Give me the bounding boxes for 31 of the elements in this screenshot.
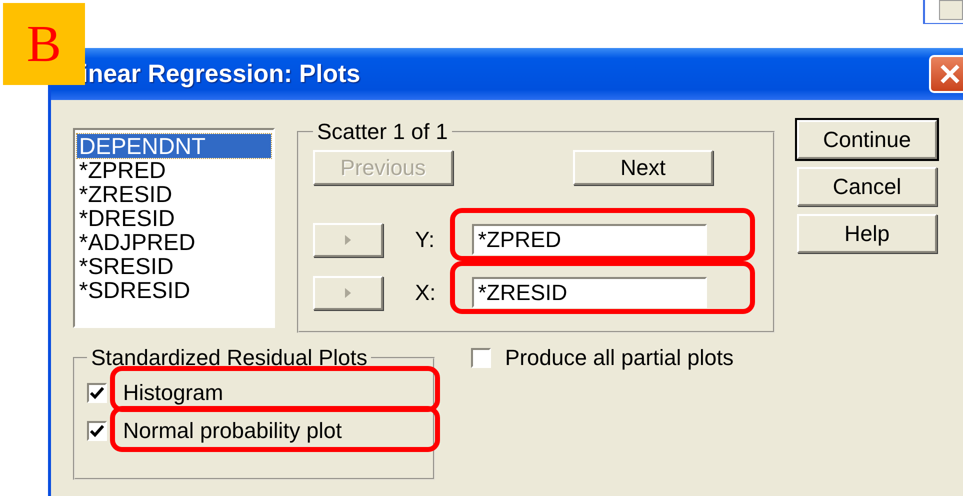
input-field[interactable]: *ZRESID — [472, 277, 707, 308]
panel-badge: B — [3, 3, 85, 85]
checkbox[interactable] — [87, 383, 107, 403]
checkbox-label[interactable]: Normal probability plot — [123, 418, 342, 444]
checkbox-label[interactable]: Produce all partial plots — [505, 345, 734, 371]
input-field[interactable]: *ZPRED — [472, 224, 707, 255]
move-button[interactable] — [313, 222, 383, 256]
checkbox-label[interactable]: Histogram — [123, 380, 224, 406]
list-item[interactable]: *SDRESID — [77, 278, 271, 302]
move-button[interactable] — [313, 276, 383, 310]
right-triangle-icon — [344, 286, 352, 298]
close-icon — [939, 63, 961, 85]
dialog-button[interactable]: Help — [797, 214, 937, 253]
nav-button[interactable]: Next — [573, 150, 713, 185]
list-item[interactable]: *DRESID — [77, 206, 271, 230]
close-button[interactable] — [929, 55, 963, 93]
list-item[interactable]: *ZRESID — [77, 182, 271, 206]
axis-label: X: — [415, 280, 437, 306]
list-item[interactable]: *SRESID — [77, 254, 271, 278]
axis-label: Y: — [415, 226, 436, 252]
variable-list[interactable]: DEPENDNT *ZPRED *ZRESID *DRESID *ADJPRED *SRESID *SDRESID — [73, 128, 275, 328]
list-item[interactable]: *ZPRED — [77, 158, 271, 182]
dialog-button[interactable]: Continue — [797, 120, 937, 159]
checkbox[interactable] — [471, 348, 491, 368]
list-item[interactable]: *ADJPRED — [77, 230, 271, 254]
group-title: Standardized Residual Plots — [90, 346, 368, 370]
group-title: Scatter 1 of 1 — [316, 120, 449, 144]
list-item[interactable]: DEPENDNT — [77, 134, 271, 158]
checkbox[interactable] — [87, 421, 107, 441]
right-triangle-icon — [344, 234, 352, 246]
dialog-button[interactable]: Cancel — [797, 167, 937, 206]
